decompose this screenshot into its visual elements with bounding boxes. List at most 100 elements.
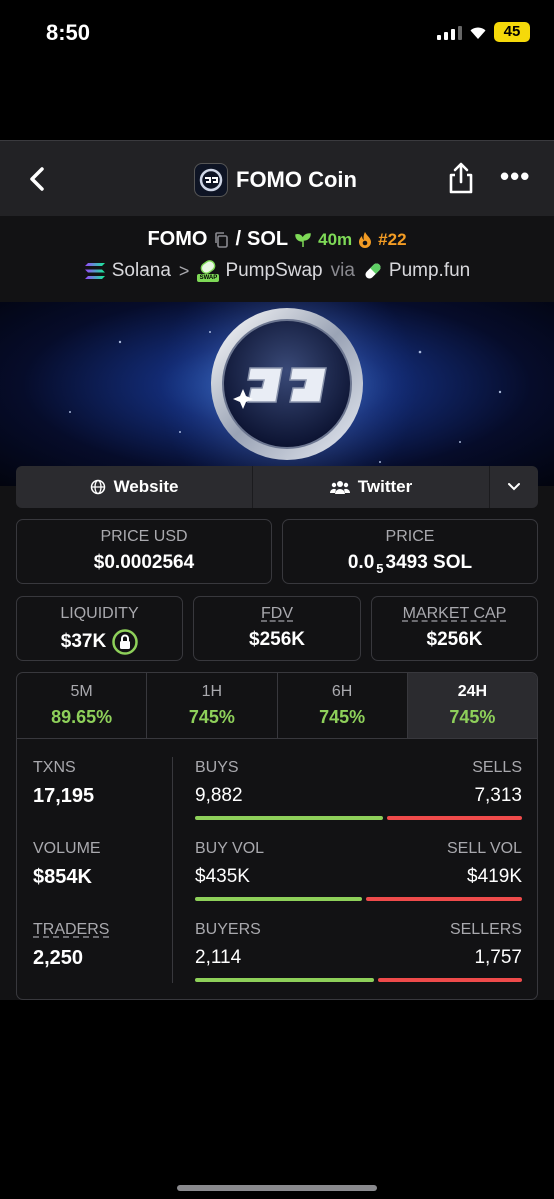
market-cap-card: MARKET CAP $256K [371, 596, 538, 661]
status-time: 8:50 [46, 20, 91, 45]
chain-name: Solana [111, 260, 171, 281]
buyers-sellers-stat: BUYERS SELLERS 2,114 1,757 [195, 921, 522, 982]
traders-label[interactable]: TRADERS [33, 921, 109, 939]
tab-label: 5M [70, 683, 93, 700]
price-usd-card: PRICE USD $0.0002564 [16, 519, 272, 584]
pair-title: FOMO / SOL 40m #22 [0, 228, 554, 251]
home-indicator[interactable] [177, 1185, 377, 1191]
trending-rank-value: #22 [378, 229, 407, 249]
token-logo-icon [194, 163, 228, 197]
pair-base: FOMO [147, 228, 208, 250]
price-usd-label: PRICE USD [100, 528, 188, 545]
buyers-label: BUYERS [195, 921, 261, 938]
pill-icon [365, 263, 381, 279]
buyers-sellers-bar [195, 978, 522, 982]
dex-badge: SWAP [197, 274, 220, 282]
website-button[interactable]: Website [16, 466, 253, 508]
tab-5m[interactable]: 5M 89.65% [17, 673, 148, 738]
price-native-prefix: 0.0 [347, 552, 375, 573]
volume-stat: VOLUME $854K [33, 840, 101, 889]
price-native-card: PRICE 0.0 5 3493 SOL [282, 519, 538, 584]
liquidity-value: $37K [60, 631, 107, 652]
buys-sells-stat: BUYS SELLS 9,882 7,313 [195, 759, 522, 820]
pair-age: 40m [294, 230, 352, 250]
via-label: via [330, 260, 355, 281]
tab-change: 745% [188, 707, 235, 727]
tab-6h[interactable]: 6H 745% [278, 673, 408, 738]
chevron-down-icon [508, 483, 520, 491]
dex-name: PumpSwap [225, 260, 323, 281]
traders-value: 2,250 [33, 947, 84, 969]
banner-coin-image [69, 302, 502, 486]
website-label: Website [113, 477, 179, 496]
tab-change: 745% [319, 707, 366, 727]
volume-label: VOLUME [33, 840, 101, 857]
header-title-group: FOMO Coin [194, 163, 357, 197]
token-banner [0, 302, 554, 486]
more-links-button[interactable] [490, 466, 538, 508]
page-title: FOMO Coin [236, 167, 357, 192]
buyers-value: 2,114 [195, 947, 242, 968]
tab-change: 89.65% [51, 707, 113, 727]
pair-info: FOMO / SOL 40m #22 Solana > SWAP PumpSwa… [0, 216, 554, 302]
txns-label: TXNS [33, 759, 76, 776]
volume-value: $854K [33, 866, 92, 888]
traders-stat: TRADERS 2,250 [33, 921, 109, 970]
fdv-value: $256K [249, 629, 305, 650]
twitter-button[interactable]: Twitter [253, 466, 490, 508]
buy-vol-label: BUY VOL [195, 840, 265, 857]
pumpswap-icon: SWAP [197, 260, 220, 282]
timeframe-tabs: 5M 89.65% 1H 745% 6H 745% 24H 745% [16, 672, 538, 738]
solana-icon [84, 263, 105, 279]
share-icon[interactable] [446, 161, 476, 195]
twitter-label: Twitter [357, 477, 413, 496]
buys-label: BUYS [195, 759, 239, 776]
app-header: FOMO Coin ••• [0, 140, 554, 216]
sellers-bar [377, 978, 522, 982]
dex-link[interactable]: SWAP PumpSwap [197, 260, 323, 282]
price-native-label: PRICE [385, 528, 435, 545]
launchpad-name: Pump.fun [388, 260, 471, 281]
sell-vol-label: SELL VOL [446, 840, 522, 857]
lock-icon[interactable] [112, 629, 138, 655]
back-chevron-icon[interactable] [22, 163, 54, 195]
pair-quote: SOL [247, 228, 289, 250]
more-options-icon[interactable]: ••• [500, 161, 530, 192]
tab-24h[interactable]: 24H 745% [407, 673, 537, 738]
buy-vol-bar [195, 897, 362, 901]
status-bar: 8:50 45 [0, 0, 554, 70]
tab-1h[interactable]: 1H 745% [147, 673, 278, 738]
fdv-label[interactable]: FDV [194, 605, 360, 623]
sells-label: SELLS [472, 759, 522, 776]
launchpad-link[interactable]: Pump.fun [363, 260, 470, 282]
liquidity-label: LIQUIDITY [60, 605, 139, 622]
fdv-card: FDV $256K [193, 596, 361, 661]
volume-split-stat: BUY VOL SELL VOL $435K $419K [195, 840, 522, 901]
social-links: Website Twitter [16, 466, 538, 508]
chain-link[interactable]: Solana [84, 260, 171, 282]
battery-indicator: 45 [494, 22, 530, 42]
stats-divider [172, 757, 173, 983]
price-native-zero-count: 5 [376, 560, 384, 576]
txns-stat: TXNS 17,195 [33, 759, 94, 808]
sells-bar [387, 816, 522, 820]
liquidity-value-row: $37K [17, 629, 182, 655]
market-cap-value: $256K [426, 629, 483, 650]
liquidity-card: LIQUIDITY $37K [16, 596, 183, 661]
copy-icon[interactable] [213, 231, 229, 249]
txns-value: 17,195 [33, 785, 95, 807]
sellers-label: SELLERS [449, 921, 522, 938]
sellers-value: 1,757 [474, 947, 522, 968]
sell-vol-bar [365, 897, 522, 901]
transaction-stats: TXNS 17,195 VOLUME $854K TRADERS 2,250 B… [16, 738, 538, 1000]
tab-label: 6H [331, 683, 353, 700]
tab-label: 24H [457, 683, 488, 700]
volume-split-bar [195, 897, 522, 901]
pair-separator: / [235, 228, 242, 250]
trending-rank[interactable]: #22 [358, 229, 407, 250]
buys-sells-bar [195, 816, 522, 820]
chevron-right-icon: > [178, 260, 190, 281]
market-cap-label[interactable]: MARKET CAP [372, 605, 537, 623]
buys-bar [195, 816, 384, 820]
price-usd-value: $0.0002564 [93, 552, 195, 573]
